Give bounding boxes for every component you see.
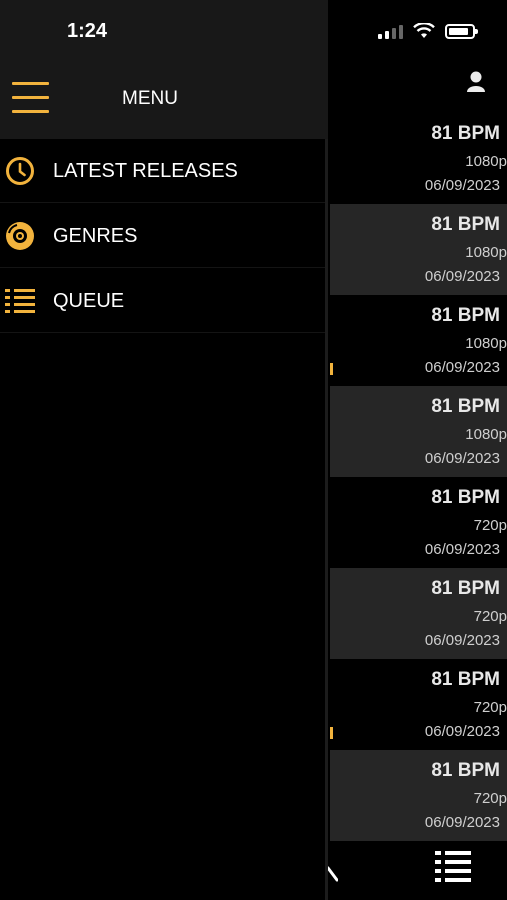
bpm-label: 81 BPM xyxy=(431,669,500,690)
bpm-label: 81 BPM xyxy=(431,123,500,144)
list-item[interactable]: 81 BPM 720p 06/09/2023 xyxy=(330,568,507,659)
disc-icon xyxy=(6,222,34,250)
date-label: 06/09/2023 xyxy=(424,723,500,740)
date-label: 06/09/2023 xyxy=(424,268,500,285)
drawer-header: 1:24 MENU xyxy=(0,0,328,139)
list-item[interactable]: 81 BPM 1080p 06/09/2023 xyxy=(330,113,507,204)
bpm-label: 81 BPM xyxy=(431,305,500,326)
resolution-label: 720p xyxy=(473,699,507,716)
wifi-icon xyxy=(413,23,435,38)
resolution-label: 1080p xyxy=(465,335,507,352)
date-label: 06/09/2023 xyxy=(424,541,500,558)
list-item[interactable]: 81 BPM 1080p 06/09/2023 xyxy=(330,295,507,386)
menu-item-genres[interactable]: GENRES xyxy=(0,204,325,268)
clock-icon xyxy=(6,157,34,185)
date-label: 06/09/2023 xyxy=(424,177,500,194)
bpm-label: 81 BPM xyxy=(431,760,500,781)
resolution-label: 720p xyxy=(473,517,507,534)
list-item[interactable]: 81 BPM 1080p 06/09/2023 xyxy=(330,204,507,295)
list-item[interactable]: 81 BPM 1080p 06/09/2023 xyxy=(330,386,507,477)
queue-list-icon[interactable] xyxy=(435,850,471,884)
date-label: 06/09/2023 xyxy=(424,359,500,376)
drawer-edge xyxy=(325,139,328,900)
resolution-label: 720p xyxy=(473,790,507,807)
bpm-label: 81 BPM xyxy=(431,396,500,417)
date-label: 06/09/2023 xyxy=(424,814,500,831)
resolution-label: 1080p xyxy=(465,426,507,443)
menu-item-label: QUEUE xyxy=(53,290,125,312)
resolution-label: 720p xyxy=(473,608,507,625)
status-time: 1:24 xyxy=(67,20,108,42)
resolution-label: 1080p xyxy=(465,244,507,261)
battery-icon xyxy=(445,23,478,39)
drawer-title: MENU xyxy=(122,88,178,109)
bpm-label: 81 BPM xyxy=(431,214,500,235)
menu-item-queue[interactable]: QUEUE xyxy=(0,269,325,333)
thumbnail-edge xyxy=(330,363,333,375)
list-item[interactable]: 81 BPM 720p 06/09/2023 xyxy=(330,750,507,841)
video-list: 81 BPM 1080p 06/09/2023 81 BPM 1080p 06/09/20… xyxy=(330,113,507,841)
list-item[interactable]: 81 BPM 720p 06/09/2023 xyxy=(330,477,507,568)
menu-item-latest-releases[interactable]: LATEST RELEASES xyxy=(0,139,325,203)
status-icons xyxy=(378,18,478,44)
list-icon xyxy=(5,289,35,313)
side-drawer: 1:24 MENU LATEST RELEASES GENRES QUEUE xyxy=(0,0,328,900)
cellular-signal-icon xyxy=(378,23,403,39)
menu-item-label: LATEST RELEASES xyxy=(53,160,238,182)
thumbnail-edge xyxy=(330,727,333,739)
menu-item-label: GENRES xyxy=(53,225,138,247)
bpm-label: 81 BPM xyxy=(431,578,500,599)
bpm-label: 81 BPM xyxy=(431,487,500,508)
hamburger-menu-icon[interactable] xyxy=(12,82,49,115)
date-label: 06/09/2023 xyxy=(424,450,500,467)
list-item[interactable]: 81 BPM 720p 06/09/2023 xyxy=(330,659,507,750)
user-icon[interactable] xyxy=(467,70,485,94)
date-label: 06/09/2023 xyxy=(424,632,500,649)
resolution-label: 1080p xyxy=(465,153,507,170)
